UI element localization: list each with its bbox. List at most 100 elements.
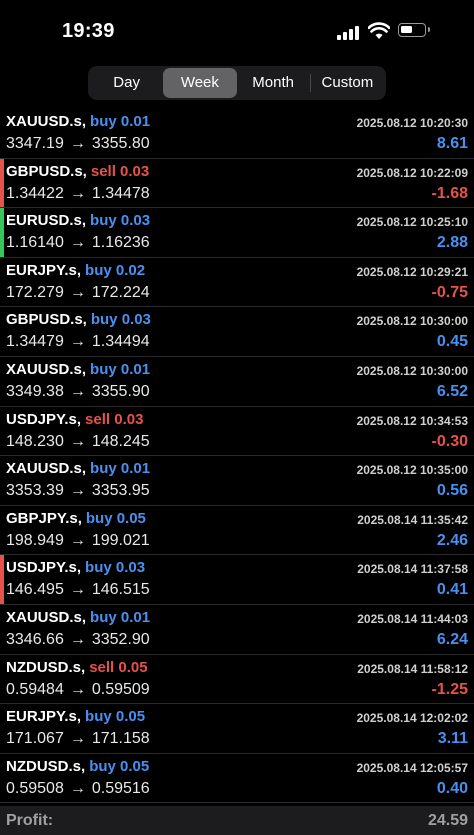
trade-header: EURJPY.s, buy 0.02 (6, 262, 145, 279)
trade-symbol: USDJPY.s, (6, 559, 82, 577)
trade-profit: 6.52 (436, 382, 468, 400)
arrow-right-icon: → (69, 333, 86, 351)
trade-header: USDJPY.s, buy 0.03 (6, 559, 145, 576)
open-price: 3347.19 (6, 135, 64, 152)
trade-row[interactable]: XAUUSD.s, buy 0.01 3353.39 → 3353.95 2025.0… (0, 456, 474, 506)
tab-custom[interactable]: Custom (311, 68, 384, 98)
trade-marker (0, 307, 4, 356)
open-price: 146.495 (6, 581, 64, 599)
trade-time: 2025.08.12 10:22:09 (356, 165, 468, 180)
trade-side: buy 0.03 (90, 212, 151, 230)
trade-marker (0, 407, 4, 456)
open-price: 0.59484 (6, 680, 64, 698)
open-price: 3346.66 (6, 630, 64, 648)
trade-marker (0, 208, 4, 257)
trade-side: buy 0.05 (85, 708, 146, 726)
open-price: 0.59508 (6, 779, 64, 797)
trade-row[interactable]: GBPUSD.s, sell 0.03 1.34422 → 1.34478 2025.… (0, 158, 474, 209)
trade-prices: 148.230 → 148.245 (6, 433, 150, 451)
close-price: 1.34494 (91, 333, 150, 351)
tab-day[interactable]: Day (90, 68, 163, 98)
profit-label: Profit: (6, 812, 54, 829)
trade-side: buy 0.05 (89, 757, 150, 775)
trade-time: 2025.08.14 11:35:42 (357, 512, 468, 527)
trade-side: sell 0.03 (85, 410, 144, 428)
trade-profit: -0.30 (431, 432, 468, 450)
trade-row[interactable]: GBPJPY.s, buy 0.05 198.949 → 199.021 2025.0… (0, 506, 474, 556)
trade-time: 2025.08.14 11:37:58 (357, 562, 468, 577)
close-price: 1.16236 (91, 234, 150, 252)
arrow-right-icon: → (69, 630, 86, 648)
tab-month[interactable]: Month (237, 68, 310, 98)
trade-symbol: XAUUSD.s, (6, 460, 87, 478)
trade-row[interactable]: XAUUSD.s, buy 0.01 3346.66 → 3352.90 2025.0… (0, 605, 474, 655)
wifi-icon (368, 22, 390, 39)
trade-symbol: NZDUSD.s, (6, 757, 86, 775)
trade-header: XAUUSD.s, buy 0.01 (6, 609, 150, 626)
open-price: 1.34422 (6, 184, 64, 202)
close-price: 171.158 (91, 730, 150, 748)
profit-summary: Profit: 24.59 (0, 806, 474, 835)
trade-prices: 3349.38 → 3355.90 (6, 383, 150, 401)
trade-row[interactable]: XAUUSD.s, buy 0.01 3349.38 → 3355.90 2025.0… (0, 357, 474, 407)
trade-prices: 3347.19 → 3355.80 (6, 135, 150, 153)
trade-side: buy 0.02 (85, 261, 146, 279)
trade-time: 2025.08.14 12:05:57 (356, 760, 468, 775)
trade-history-list: XAUUSD.s, buy 0.01 3347.19 → 3355.80 2025.0… (0, 109, 474, 804)
trade-header: XAUUSD.s, buy 0.01 (6, 460, 150, 477)
arrow-right-icon: → (69, 283, 86, 301)
arrow-right-icon: → (69, 581, 86, 599)
trade-row[interactable]: USDJPY.s, buy 0.03 146.495 → 146.515 2025.0… (0, 555, 474, 605)
arrow-right-icon: → (69, 531, 86, 549)
trade-row[interactable]: GBPUSD.s, buy 0.03 1.34479 → 1.34494 2025.0… (0, 307, 474, 357)
trade-header: EURUSD.s, buy 0.03 (6, 212, 150, 229)
arrow-right-icon: → (69, 135, 86, 152)
battery-icon (398, 23, 430, 37)
trade-marker (0, 357, 4, 406)
trade-header: USDJPY.s, sell 0.03 (6, 411, 143, 428)
trade-row[interactable]: EURJPY.s, buy 0.02 172.279 → 172.224 2025.0… (0, 258, 474, 308)
trade-marker (0, 754, 4, 803)
trade-row[interactable]: XAUUSD.s, buy 0.01 3347.19 → 3355.80 2025.0… (0, 109, 474, 159)
open-price: 172.279 (6, 283, 64, 301)
trade-time: 2025.08.12 10:34:53 (356, 413, 468, 428)
trade-symbol: EURJPY.s, (6, 708, 82, 726)
trade-time: 2025.08.12 10:29:21 (356, 264, 468, 279)
trade-prices: 3353.39 → 3353.95 (6, 482, 150, 500)
trade-row[interactable]: EURJPY.s, buy 0.05 171.067 → 171.158 2025.0… (0, 704, 474, 754)
trade-side: buy 0.01 (90, 608, 151, 626)
trade-row[interactable]: NZDUSD.s, buy 0.05 0.59508 → 0.59516 2025.0… (0, 754, 474, 804)
open-price: 3349.38 (6, 382, 64, 400)
trade-time: 2025.08.12 10:30:00 (356, 314, 468, 329)
trade-prices: 198.949 → 199.021 (6, 532, 150, 550)
trade-row[interactable]: USDJPY.s, sell 0.03 148.230 → 148.245 2025.… (0, 407, 474, 457)
status-time: 19:39 (62, 20, 115, 42)
open-price: 171.067 (6, 730, 64, 748)
trade-profit: 8.61 (436, 135, 468, 152)
trade-side: buy 0.05 (85, 509, 146, 527)
trade-time: 2025.08.14 12:02:02 (356, 711, 468, 726)
period-selector: Day Week Month Custom (88, 66, 386, 100)
trade-marker (0, 655, 4, 704)
trade-profit: 0.41 (436, 581, 468, 599)
trade-header: XAUUSD.s, buy 0.01 (6, 113, 150, 130)
arrow-right-icon: → (69, 482, 86, 500)
open-price: 148.230 (6, 432, 64, 450)
tab-week[interactable]: Week (163, 68, 237, 98)
trade-profit: 0.40 (436, 779, 468, 797)
close-price: 0.59516 (91, 779, 150, 797)
trade-symbol: XAUUSD.s, (6, 608, 87, 626)
trade-row[interactable]: NZDUSD.s, sell 0.05 0.59484 → 0.59509 2025.… (0, 655, 474, 705)
trade-symbol: EURUSD.s, (6, 212, 87, 230)
trade-prices: 3346.66 → 3352.90 (6, 631, 150, 649)
trade-symbol: GBPUSD.s, (6, 311, 87, 329)
trade-row[interactable]: EURUSD.s, buy 0.03 1.16140 → 1.16236 2025.0… (0, 208, 474, 258)
close-price: 172.224 (91, 283, 150, 301)
trade-prices: 1.34422 → 1.34478 (6, 185, 150, 203)
trade-profit: 0.56 (436, 482, 468, 500)
arrow-right-icon: → (69, 234, 86, 252)
close-price: 3355.80 (91, 135, 150, 152)
open-price: 198.949 (6, 531, 64, 549)
trade-header: XAUUSD.s, buy 0.01 (6, 361, 150, 378)
trade-marker (0, 158, 4, 208)
